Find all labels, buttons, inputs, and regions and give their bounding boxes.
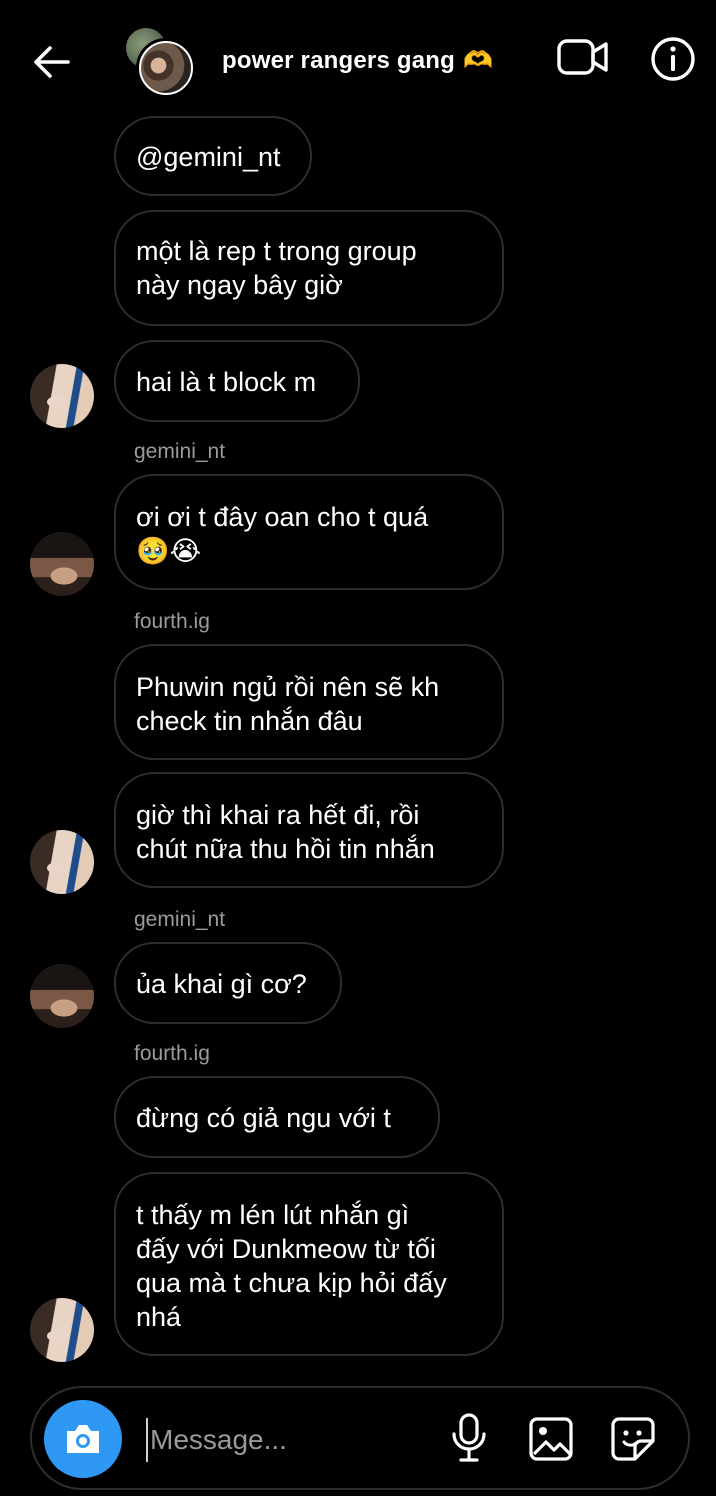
sender-name: fourth.ig <box>134 1042 210 1065</box>
gallery-icon[interactable] <box>528 1416 574 1462</box>
user-avatar[interactable] <box>30 830 94 894</box>
message-input[interactable] <box>146 1418 442 1462</box>
message-bubble[interactable]: một là rep t trong group này ngay bây gi… <box>114 210 504 326</box>
message-bubble[interactable]: ơi ơi t đây oan cho t quá 🥹😭 <box>114 474 504 590</box>
message-bubble[interactable]: @gemini_nt <box>114 116 312 196</box>
message-bubble[interactable]: t thấy m lén lút nhắn gì đấy với Dunkmeo… <box>114 1172 504 1356</box>
user-avatar[interactable] <box>30 364 94 428</box>
group-avatar-front <box>136 38 196 98</box>
sender-name: gemini_nt <box>134 440 226 463</box>
sticker-icon[interactable] <box>610 1416 656 1462</box>
message-text: ủa khai gì cơ? <box>136 969 307 999</box>
sender-name: gemini_nt <box>134 908 226 931</box>
message-text: ơi ơi t đây oan cho t quá 🥹😭 <box>136 502 429 566</box>
message-text: t thấy m lén lút nhắn gì đấy với Dunkmeo… <box>136 1200 447 1332</box>
camera-icon <box>67 1425 99 1453</box>
message-text: Phuwin ngủ rồi nên sẽ kh check tin nhắn … <box>136 672 440 736</box>
message-bubble[interactable]: Phuwin ngủ rồi nên sẽ kh check tin nhắn … <box>114 644 504 760</box>
chat-title[interactable]: power rangers gang 🫶 <box>222 46 493 75</box>
user-avatar[interactable] <box>30 1298 94 1362</box>
sender-name: fourth.ig <box>134 610 210 633</box>
message-text: đừng có giả ngu với t <box>136 1103 391 1133</box>
camera-button[interactable] <box>44 1400 122 1478</box>
user-avatar[interactable] <box>30 964 94 1028</box>
message-bubble[interactable]: hai là t block m <box>114 340 360 422</box>
video-camera-icon[interactable] <box>556 36 610 80</box>
message-text: một là rep t trong group này ngay bây gi… <box>136 236 417 300</box>
chat-header: power rangers gang 🫶 <box>0 0 716 118</box>
chat-title-text: power rangers gang <box>222 47 455 74</box>
group-avatar[interactable] <box>124 28 196 98</box>
message-bubble[interactable]: ủa khai gì cơ? <box>114 942 342 1024</box>
back-arrow-icon[interactable] <box>28 38 76 86</box>
microphone-icon[interactable] <box>448 1412 490 1464</box>
user-avatar[interactable] <box>30 532 94 596</box>
heart-hands-emoji: 🫶 <box>462 47 494 74</box>
message-text: @gemini_nt <box>136 142 281 172</box>
message-bubble[interactable]: đừng có giả ngu với t <box>114 1076 440 1158</box>
message-text: giờ thì khai ra hết đi, rồi chút nữa thu… <box>136 800 435 864</box>
message-text: hai là t block m <box>136 367 317 397</box>
info-icon[interactable] <box>650 36 696 82</box>
message-bubble[interactable]: giờ thì khai ra hết đi, rồi chút nữa thu… <box>114 772 504 888</box>
